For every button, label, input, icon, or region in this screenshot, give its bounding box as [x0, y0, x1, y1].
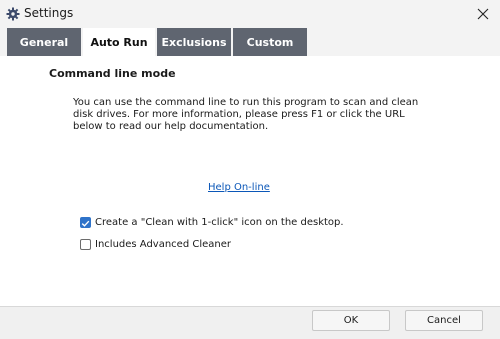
- tab-auto-run[interactable]: Auto Run: [83, 28, 155, 56]
- tab-bar: General Auto Run Exclusions Custom: [0, 28, 500, 56]
- tab-label: Exclusions: [161, 35, 227, 49]
- auto-run-panel: Command line mode You can use the comman…: [0, 56, 500, 306]
- dialog-footer: OK Cancel: [0, 306, 500, 339]
- create-desktop-icon-checkbox[interactable]: [80, 216, 91, 228]
- tab-exclusions[interactable]: Exclusions: [157, 28, 231, 56]
- includes-advanced-cleaner-option[interactable]: Includes Advanced Cleaner: [80, 237, 231, 251]
- create-desktop-icon-option[interactable]: Create a "Clean with 1-click" icon on th…: [80, 215, 344, 229]
- title-bar: Settings: [0, 0, 500, 28]
- settings-window: Settings General Auto Run Exclusions Cus…: [0, 0, 500, 339]
- tab-label: Auto Run: [90, 35, 148, 49]
- create-desktop-icon-label: Create a "Clean with 1-click" icon on th…: [95, 216, 344, 228]
- tab-custom[interactable]: Custom: [233, 28, 307, 56]
- cancel-button[interactable]: Cancel: [405, 310, 483, 331]
- description-text: You can use the command line to run this…: [73, 97, 419, 132]
- checkmark-icon: [81, 213, 90, 232]
- close-button[interactable]: [466, 0, 500, 28]
- tab-label: Custom: [246, 35, 294, 49]
- tab-label: General: [19, 35, 69, 49]
- window-title: Settings: [24, 6, 74, 20]
- includes-advanced-cleaner-label: Includes Advanced Cleaner: [95, 238, 232, 250]
- help-online-link[interactable]: Help On-line: [208, 182, 270, 193]
- section-title: Command line mode: [49, 67, 176, 80]
- tab-general[interactable]: General: [7, 28, 81, 56]
- close-icon: [477, 5, 489, 24]
- ok-button[interactable]: OK: [312, 310, 390, 331]
- gear-icon: [6, 6, 20, 21]
- includes-advanced-cleaner-checkbox[interactable]: [80, 238, 91, 250]
